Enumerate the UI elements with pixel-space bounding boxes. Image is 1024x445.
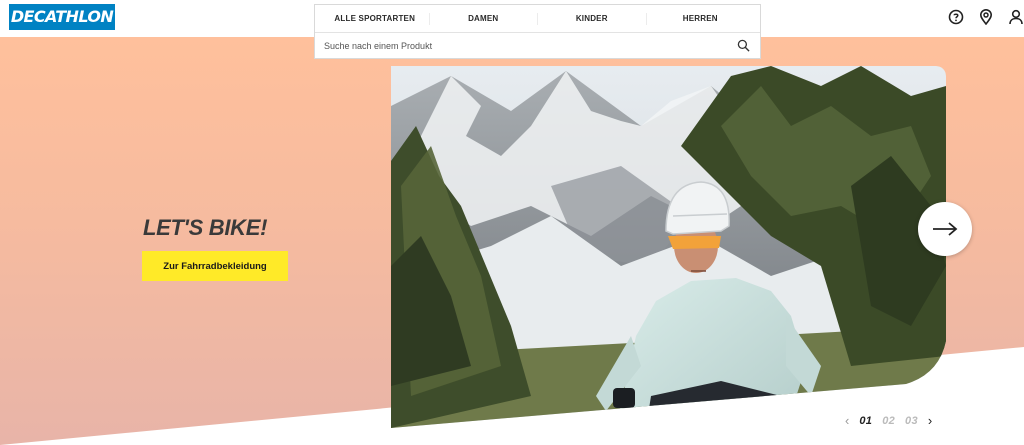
category-tabs: ALLE SPORTARTEN DAMEN KINDER HERREN [315,5,760,33]
chevron-right-icon[interactable]: › [928,413,932,428]
shop-cycling-apparel-button[interactable]: Zur Fahrradbekleidung [142,251,288,281]
nav-search-panel: ALLE SPORTARTEN DAMEN KINDER HERREN [314,4,761,59]
store-locator-icon[interactable] [978,9,994,25]
header-icons [948,9,1024,25]
help-icon[interactable] [948,9,964,25]
hero-headline: LET'S BIKE! [143,215,268,240]
tab-damen[interactable]: DAMEN [430,12,538,25]
search-icon[interactable] [737,39,750,52]
account-icon[interactable] [1008,9,1024,25]
decathlon-logo[interactable]: DECATHLON [9,4,115,30]
carousel-page-3[interactable]: 03 [905,415,918,427]
tab-alle-sportarten[interactable]: ALLE SPORTARTEN [321,12,430,25]
carousel-page-1[interactable]: 01 [859,415,872,427]
chevron-left-icon[interactable]: ‹ [845,413,849,428]
carousel-pager: ‹ 01 02 03 › [845,413,932,428]
carousel-next-button[interactable] [918,202,972,256]
search-input[interactable] [315,33,715,59]
tab-herren[interactable]: HERREN [647,13,755,25]
tab-kinder[interactable]: KINDER [538,12,647,25]
arrow-right-icon [933,222,958,236]
search-row [315,33,760,59]
hero-cyclist-image[interactable] [391,66,946,428]
carousel-page-2[interactable]: 02 [882,415,895,427]
hero-banner: LET'S BIKE! Zur Fahrradbekleidung ‹ 01 0… [0,37,1024,445]
